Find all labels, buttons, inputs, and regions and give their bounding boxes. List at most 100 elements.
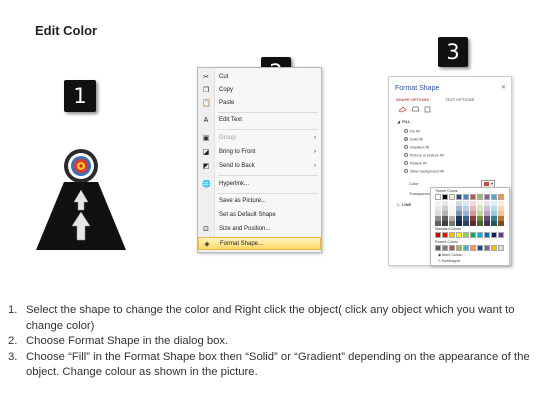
tab-shape-options[interactable]: SHAPE OPTIONS bbox=[396, 97, 429, 102]
edit-text-icon: A bbox=[203, 117, 209, 124]
menu-item-label: Format Shape... bbox=[220, 241, 264, 247]
color-swatch[interactable] bbox=[442, 245, 448, 251]
instruction-item: 1. Select the shape to change the color … bbox=[8, 303, 553, 334]
radio-pattern-fill[interactable]: Pattern fill bbox=[404, 161, 427, 166]
instructions-list: 1. Select the shape to change the color … bbox=[8, 303, 553, 381]
color-swatch[interactable] bbox=[442, 221, 448, 226]
color-swatch[interactable] bbox=[449, 194, 455, 200]
instruction-number: 1. bbox=[8, 304, 18, 316]
menu-item-label: Size and Position... bbox=[219, 226, 271, 232]
menu-item-label: Edit Text bbox=[219, 117, 242, 123]
more-colors-link[interactable]: ◉ More Colors... bbox=[438, 253, 465, 257]
color-swatch[interactable] bbox=[484, 221, 490, 226]
color-swatch[interactable] bbox=[456, 245, 462, 251]
eyedropper-link[interactable]: ✎ Eyedropper bbox=[438, 259, 461, 263]
radio-solid-fill[interactable]: Solid fill bbox=[404, 137, 423, 142]
instruction-item: 3. Choose “Fill” in the Format Shape box… bbox=[8, 350, 553, 381]
fill-line-icon[interactable] bbox=[397, 105, 437, 113]
color-swatch[interactable] bbox=[498, 194, 504, 200]
radio-no-fill[interactable]: No fill bbox=[404, 129, 420, 134]
menu-item-label: Set as Default Shape bbox=[219, 212, 276, 218]
color-swatch[interactable] bbox=[491, 194, 497, 200]
radio-gradient-fill[interactable]: Gradient fill bbox=[404, 145, 429, 150]
instruction-number: 3. bbox=[8, 350, 18, 363]
color-swatch[interactable] bbox=[491, 245, 497, 251]
chevron-down-icon: ▾ bbox=[490, 181, 493, 186]
instruction-number: 2. bbox=[8, 335, 18, 347]
color-swatch[interactable] bbox=[470, 245, 476, 251]
color-swatch[interactable] bbox=[456, 232, 462, 238]
hyperlink-icon: 🌐 bbox=[202, 181, 211, 188]
color-swatch[interactable] bbox=[470, 221, 476, 226]
line-section-header[interactable]: ▷ LINE bbox=[397, 202, 411, 207]
fill-section-header[interactable]: ◢ FILL bbox=[397, 119, 411, 124]
color-swatch[interactable] bbox=[470, 232, 476, 238]
menu-item-label: Send to Back bbox=[219, 163, 255, 169]
menu-item-label: Save as Picture... bbox=[219, 198, 267, 204]
menu-item-label: Bring to Front bbox=[219, 149, 256, 155]
size-position-icon: ⊡ bbox=[203, 226, 209, 233]
color-swatch[interactable] bbox=[442, 232, 448, 238]
instruction-text: Choose “Fill” in the Format Shape box th… bbox=[26, 350, 530, 379]
menu-item-bring-to-front[interactable]: ◪ Bring to Front › bbox=[198, 146, 321, 159]
menu-item-format-shape[interactable]: ◈ Format Shape... bbox=[198, 237, 321, 250]
color-swatch[interactable] bbox=[449, 221, 455, 226]
menu-item-group[interactable]: ▣ Group › bbox=[198, 132, 321, 145]
color-swatch[interactable] bbox=[435, 245, 441, 251]
menu-item-set-default-shape[interactable]: Set as Default Shape bbox=[198, 209, 321, 222]
color-swatch[interactable] bbox=[477, 232, 483, 238]
color-swatch[interactable] bbox=[449, 245, 455, 251]
menu-item-cut[interactable]: ✂ Cut bbox=[198, 71, 321, 84]
color-swatch[interactable] bbox=[484, 232, 490, 238]
color-swatch[interactable] bbox=[435, 221, 441, 226]
color-swatch[interactable] bbox=[498, 245, 504, 251]
menu-item-send-to-back[interactable]: ◩ Send to Back › bbox=[198, 160, 321, 173]
theme-color-shades bbox=[435, 201, 504, 226]
color-swatch[interactable] bbox=[456, 221, 462, 226]
menu-item-edit-text[interactable]: A Edit Text bbox=[198, 114, 321, 127]
theme-colors-label: Theme Colors bbox=[435, 189, 458, 193]
color-swatch[interactable] bbox=[456, 194, 462, 200]
color-swatch[interactable] bbox=[435, 194, 441, 200]
context-menu: ✂ Cut ❐ Copy 📋 Paste A Edit Text ▣ Group… bbox=[197, 67, 322, 253]
color-swatch[interactable] bbox=[463, 245, 469, 251]
menu-item-label: Paste bbox=[219, 100, 235, 106]
color-swatch[interactable] bbox=[477, 245, 483, 251]
radio-slide-background-fill[interactable]: Slide background fill bbox=[404, 169, 444, 174]
menu-item-label: Hyperlink... bbox=[219, 181, 250, 187]
color-swatch[interactable] bbox=[498, 232, 504, 238]
color-swatch[interactable] bbox=[463, 221, 469, 226]
color-swatch[interactable] bbox=[491, 221, 497, 226]
instruction-text: Choose Format Shape in the dialog box. bbox=[26, 335, 229, 347]
menu-item-paste[interactable]: 📋 Paste bbox=[198, 97, 321, 110]
color-swatch[interactable] bbox=[484, 245, 490, 251]
send-to-back-icon: ◩ bbox=[202, 163, 210, 170]
menu-item-copy[interactable]: ❐ Copy bbox=[198, 84, 321, 97]
menu-item-size-position[interactable]: ⊡ Size and Position... bbox=[198, 223, 321, 236]
color-swatch[interactable] bbox=[442, 194, 448, 200]
tab-text-options[interactable]: TEXT OPTIONS bbox=[445, 97, 474, 102]
menu-item-save-as-picture[interactable]: Save as Picture... bbox=[198, 195, 321, 208]
color-swatch[interactable] bbox=[477, 194, 483, 200]
standard-colors-label: Standard Colors bbox=[435, 227, 461, 231]
color-swatch[interactable] bbox=[498, 221, 504, 226]
road-target-shape[interactable] bbox=[36, 144, 126, 252]
close-icon[interactable]: ✕ bbox=[501, 84, 506, 91]
radio-picture-fill[interactable]: Picture or texture fill bbox=[404, 153, 444, 158]
menu-item-hyperlink[interactable]: 🌐 Hyperlink... bbox=[198, 178, 321, 191]
color-swatch[interactable] bbox=[484, 194, 490, 200]
theme-color-row bbox=[435, 194, 504, 200]
recent-color-row bbox=[435, 245, 504, 251]
color-swatch[interactable] bbox=[470, 194, 476, 200]
menu-item-label: Group bbox=[219, 135, 236, 141]
color-swatch[interactable] bbox=[491, 232, 497, 238]
color-swatch[interactable] bbox=[463, 194, 469, 200]
color-swatch[interactable] bbox=[449, 232, 455, 238]
step-badge-1: 1 bbox=[64, 80, 96, 112]
color-swatch[interactable] bbox=[463, 232, 469, 238]
menu-item-label: Cut bbox=[219, 74, 229, 80]
copy-icon: ❐ bbox=[202, 87, 210, 94]
menu-item-label: Copy bbox=[219, 87, 234, 93]
color-swatch[interactable] bbox=[435, 232, 441, 238]
color-swatch[interactable] bbox=[477, 221, 483, 226]
